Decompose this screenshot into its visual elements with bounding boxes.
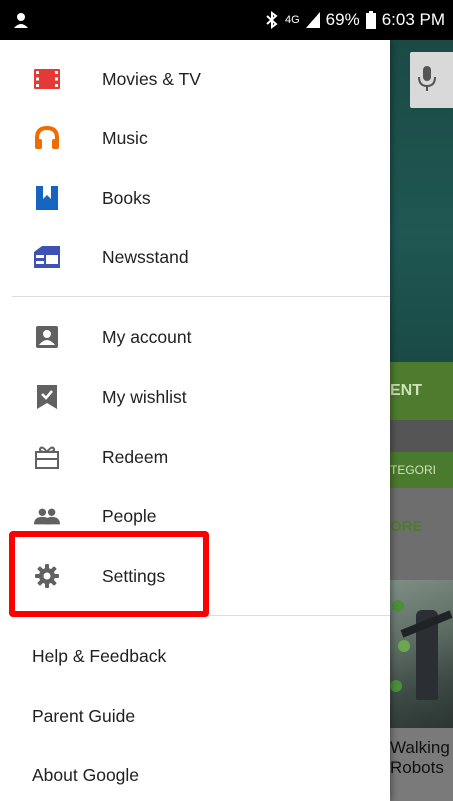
drawer-item-label: People <box>102 505 157 526</box>
background-categories-tab[interactable]: TEGORI <box>390 452 453 488</box>
background-movie-image[interactable] <box>390 580 453 728</box>
microphone-icon <box>418 66 436 91</box>
drawer-item-label: Books <box>102 187 151 208</box>
caption-line-1: Walking <box>390 738 450 757</box>
drawer-item-label: Redeem <box>102 446 169 467</box>
background-band <box>390 420 453 452</box>
signal-icon <box>305 12 320 28</box>
leaf-shape <box>398 640 410 652</box>
bluetooth-icon <box>266 11 278 29</box>
settings-highlight-box <box>9 531 209 617</box>
people-icon <box>34 503 60 529</box>
drawer-item-music[interactable]: Music <box>0 108 390 168</box>
network-type: 4G <box>284 14 300 26</box>
drawer-item-parent-guide[interactable]: Parent Guide <box>0 686 390 746</box>
redeem-icon <box>34 444 60 470</box>
drawer-divider <box>12 296 390 297</box>
books-icon <box>34 185 60 211</box>
leaf-shape <box>392 600 404 612</box>
battery-percent: 69% <box>325 10 360 29</box>
status-bar: 4G 69% 6:03 PM <box>0 0 453 40</box>
background-more-link[interactable]: ORE <box>390 518 423 535</box>
background-app: ENT TEGORI ORE Walking Robots <box>390 40 453 801</box>
newsstand-icon <box>34 244 60 270</box>
drawer-item-books[interactable]: Books <box>0 168 390 228</box>
drawer-item-label: Movies & TV <box>102 68 201 89</box>
drawer-item-label: Newsstand <box>102 246 189 267</box>
music-icon <box>34 125 60 151</box>
status-icons: 4G 69% 6:03 PM <box>265 10 445 30</box>
drawer-item-movies-tv[interactable]: Movies & TV <box>0 49 390 109</box>
drawer-item-newsstand[interactable]: Newsstand <box>0 227 390 287</box>
movies-tv-icon <box>34 66 60 92</box>
wishlist-icon <box>34 384 60 410</box>
drawer-item-about-google[interactable]: About Google <box>0 745 390 801</box>
drawer-item-label: My wishlist <box>102 386 187 407</box>
caption-line-2: Robots <box>390 758 444 777</box>
drawer-item-label: Music <box>102 127 148 148</box>
battery-icon <box>365 11 376 29</box>
background-green-button[interactable]: ENT <box>390 362 453 420</box>
background-caption: Walking Robots <box>390 728 453 801</box>
account-icon <box>34 324 60 350</box>
drawer-item-label: About Google <box>32 764 140 785</box>
drawer-item-my-wishlist[interactable]: My wishlist <box>0 367 390 427</box>
voice-search-button[interactable] <box>410 52 453 108</box>
notification-avatar-icon <box>14 13 28 28</box>
drawer-item-my-account[interactable]: My account <box>0 307 390 367</box>
drawer-item-label: Help & Feedback <box>32 645 167 666</box>
clock: 6:03 PM <box>381 10 445 29</box>
drawer-item-help-feedback[interactable]: Help & Feedback <box>0 626 390 686</box>
leaf-shape <box>390 680 402 692</box>
drawer-item-label: Parent Guide <box>32 705 136 726</box>
navigation-drawer: Movies & TV Music Books Newsstand My acc… <box>0 40 390 801</box>
drawer-item-redeem[interactable]: Redeem <box>0 427 390 487</box>
drawer-item-label: My account <box>102 326 192 347</box>
